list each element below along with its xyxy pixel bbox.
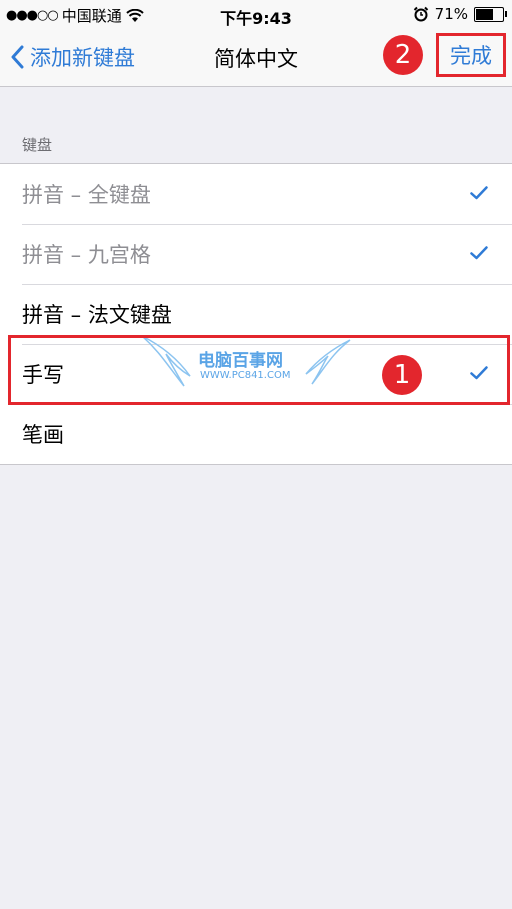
list-item-label: 拼音 – 全键盘	[22, 183, 151, 207]
status-right: 71%	[413, 5, 507, 23]
list-item-pinyin-nine-grid[interactable]: 拼音 – 九宫格	[0, 224, 512, 284]
list-item-label: 笔画	[22, 423, 64, 447]
list-item-label: 拼音 – 法文键盘	[22, 303, 172, 327]
alarm-icon	[413, 6, 428, 22]
list-item-label: 手写	[22, 363, 64, 387]
annotation-badge-2: 2	[383, 35, 423, 75]
list-item-pinyin-french[interactable]: 拼音 – 法文键盘	[0, 284, 512, 344]
battery-icon	[474, 6, 507, 22]
checkmark-icon	[470, 366, 488, 380]
back-button[interactable]: 添加新键盘	[10, 42, 135, 72]
keyboard-list: 拼音 – 全键盘 拼音 – 九宫格 拼音 – 法文键盘 手写 笔画	[0, 163, 512, 465]
done-button[interactable]: 完成	[436, 33, 506, 77]
checkmark-icon	[470, 186, 488, 200]
navigation-bar: 添加新键盘 简体中文 2 完成	[0, 30, 512, 87]
list-item-pinyin-full[interactable]: 拼音 – 全键盘	[0, 164, 512, 224]
list-item-label: 拼音 – 九宫格	[22, 243, 151, 267]
status-bar: ●●●○○ 中国联通 下午9:43 71%	[0, 0, 512, 30]
checkmark-icon	[470, 246, 488, 260]
battery-percentage: 71%	[434, 5, 468, 23]
chevron-left-icon	[11, 45, 24, 69]
section-header: 键盘	[22, 136, 53, 154]
annotation-badge-1: 1	[382, 355, 422, 395]
battery-fill	[476, 8, 494, 20]
list-item-stroke[interactable]: 笔画	[0, 404, 512, 464]
list-item-handwriting[interactable]: 手写	[0, 344, 512, 404]
back-button-label: 添加新键盘	[30, 46, 135, 70]
